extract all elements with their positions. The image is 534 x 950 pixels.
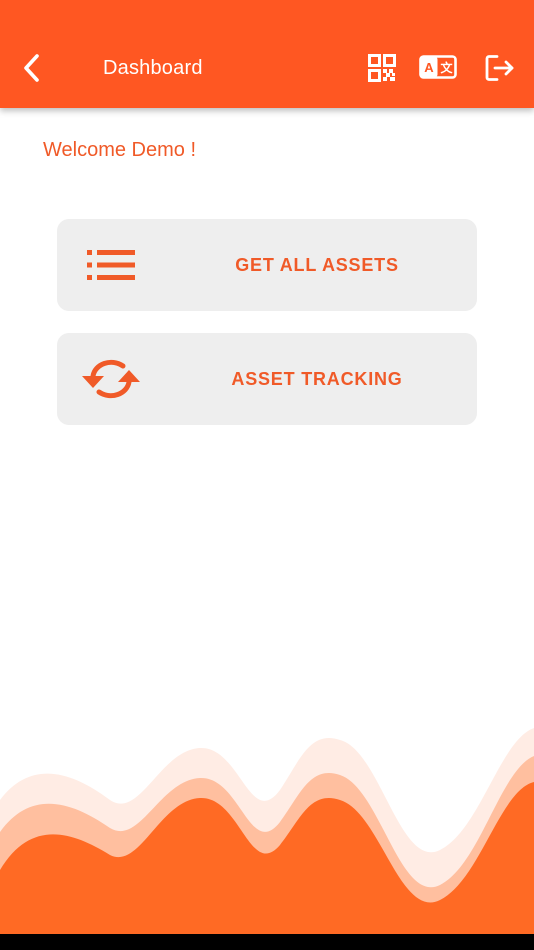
qr-code-icon xyxy=(368,54,396,82)
app-bar: Dashboard A 文 xyxy=(0,0,534,108)
system-bottom-bar xyxy=(0,934,534,950)
decorative-waves xyxy=(0,728,534,936)
asset-tracking-button[interactable]: ASSET TRACKING xyxy=(57,333,477,425)
logout-button[interactable] xyxy=(480,50,520,86)
page-title: Dashboard xyxy=(103,57,203,79)
get-all-assets-button[interactable]: GET ALL ASSETS xyxy=(57,219,477,311)
list-icon-wrapper xyxy=(81,237,141,293)
translate-glyph-cjk: 文 xyxy=(440,60,453,75)
asset-tracking-label: ASSET TRACKING xyxy=(231,369,403,389)
qr-scan-button[interactable] xyxy=(364,50,400,86)
logout-icon xyxy=(485,55,514,81)
sync-icon xyxy=(82,359,140,399)
get-all-assets-label: GET ALL ASSETS xyxy=(235,255,399,275)
welcome-message: Welcome Demo ! xyxy=(43,139,197,161)
back-button[interactable] xyxy=(14,48,50,88)
language-button[interactable]: A 文 xyxy=(416,50,460,86)
translate-icon: A 文 xyxy=(419,55,457,79)
list-icon xyxy=(87,250,135,280)
chevron-left-icon xyxy=(24,54,39,82)
sync-icon-wrapper xyxy=(81,351,141,407)
dashboard-screen: Dashboard A 文 Welcome Demo ! GET ALL ASS… xyxy=(0,0,534,950)
translate-glyph-latin: A xyxy=(424,60,434,75)
